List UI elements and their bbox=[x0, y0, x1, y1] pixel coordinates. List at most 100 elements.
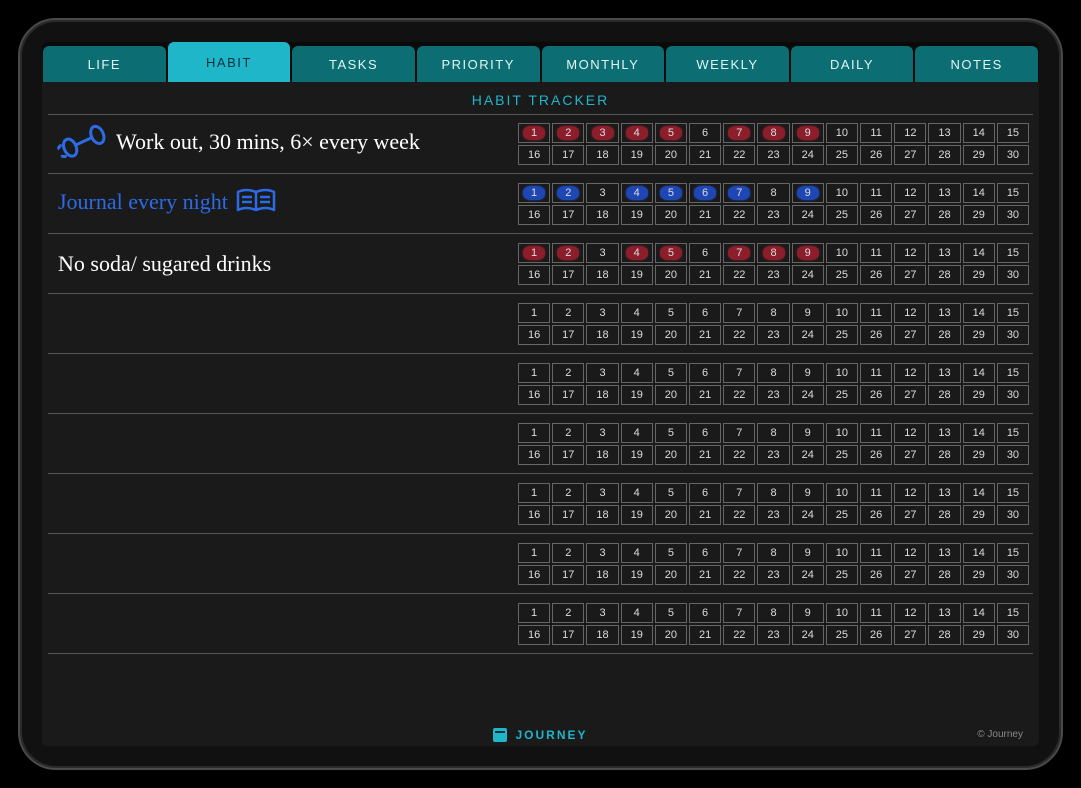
day-cell[interactable]: 5 bbox=[655, 243, 687, 263]
day-cell[interactable]: 5 bbox=[655, 603, 687, 623]
day-cell[interactable]: 16 bbox=[518, 565, 550, 585]
day-cell[interactable]: 13 bbox=[928, 303, 960, 323]
day-cell[interactable]: 25 bbox=[826, 445, 858, 465]
day-cell[interactable]: 17 bbox=[552, 265, 584, 285]
day-cell[interactable]: 30 bbox=[997, 205, 1029, 225]
day-cell[interactable]: 29 bbox=[963, 445, 995, 465]
day-cell[interactable]: 21 bbox=[689, 145, 721, 165]
day-cell[interactable]: 10 bbox=[826, 423, 858, 443]
day-cell[interactable]: 8 bbox=[757, 243, 789, 263]
day-cell[interactable]: 1 bbox=[518, 183, 550, 203]
day-cell[interactable]: 30 bbox=[997, 445, 1029, 465]
day-cell[interactable]: 27 bbox=[894, 325, 926, 345]
day-cell[interactable]: 28 bbox=[928, 325, 960, 345]
day-cell[interactable]: 30 bbox=[997, 145, 1029, 165]
day-cell[interactable]: 26 bbox=[860, 205, 892, 225]
day-cell[interactable]: 10 bbox=[826, 363, 858, 383]
day-cell[interactable]: 1 bbox=[518, 363, 550, 383]
day-cell[interactable]: 28 bbox=[928, 565, 960, 585]
day-cell[interactable]: 19 bbox=[621, 625, 653, 645]
day-cell[interactable]: 6 bbox=[689, 423, 721, 443]
day-cell[interactable]: 5 bbox=[655, 543, 687, 563]
day-cell[interactable]: 17 bbox=[552, 385, 584, 405]
day-cell[interactable]: 15 bbox=[997, 483, 1029, 503]
day-cell[interactable]: 25 bbox=[826, 565, 858, 585]
habit-label[interactable]: No soda/ sugared drinks bbox=[48, 251, 518, 277]
day-cell[interactable]: 11 bbox=[860, 183, 892, 203]
day-cell[interactable]: 4 bbox=[621, 183, 653, 203]
day-cell[interactable]: 24 bbox=[792, 445, 824, 465]
day-cell[interactable]: 7 bbox=[723, 243, 755, 263]
day-cell[interactable]: 22 bbox=[723, 625, 755, 645]
day-cell[interactable]: 21 bbox=[689, 325, 721, 345]
day-cell[interactable]: 10 bbox=[826, 603, 858, 623]
day-cell[interactable]: 17 bbox=[552, 205, 584, 225]
day-cell[interactable]: 1 bbox=[518, 603, 550, 623]
day-cell[interactable]: 23 bbox=[757, 505, 789, 525]
day-cell[interactable]: 10 bbox=[826, 183, 858, 203]
day-cell[interactable]: 7 bbox=[723, 543, 755, 563]
day-cell[interactable]: 21 bbox=[689, 385, 721, 405]
day-cell[interactable]: 12 bbox=[894, 243, 926, 263]
day-cell[interactable]: 6 bbox=[689, 123, 721, 143]
day-cell[interactable]: 9 bbox=[792, 423, 824, 443]
day-cell[interactable]: 12 bbox=[894, 483, 926, 503]
day-cell[interactable]: 15 bbox=[997, 123, 1029, 143]
day-cell[interactable]: 21 bbox=[689, 445, 721, 465]
day-cell[interactable]: 20 bbox=[655, 145, 687, 165]
day-cell[interactable]: 7 bbox=[723, 183, 755, 203]
day-cell[interactable]: 26 bbox=[860, 145, 892, 165]
day-cell[interactable]: 1 bbox=[518, 303, 550, 323]
day-cell[interactable]: 22 bbox=[723, 385, 755, 405]
day-cell[interactable]: 17 bbox=[552, 565, 584, 585]
day-cell[interactable]: 15 bbox=[997, 543, 1029, 563]
day-cell[interactable]: 18 bbox=[586, 505, 618, 525]
day-cell[interactable]: 26 bbox=[860, 265, 892, 285]
day-cell[interactable]: 5 bbox=[655, 303, 687, 323]
day-cell[interactable]: 29 bbox=[963, 565, 995, 585]
day-cell[interactable]: 21 bbox=[689, 565, 721, 585]
day-cell[interactable]: 9 bbox=[792, 123, 824, 143]
day-cell[interactable]: 16 bbox=[518, 445, 550, 465]
day-cell[interactable]: 23 bbox=[757, 625, 789, 645]
day-cell[interactable]: 7 bbox=[723, 603, 755, 623]
day-cell[interactable]: 29 bbox=[963, 265, 995, 285]
day-cell[interactable]: 22 bbox=[723, 205, 755, 225]
day-cell[interactable]: 10 bbox=[826, 243, 858, 263]
day-cell[interactable]: 5 bbox=[655, 123, 687, 143]
day-cell[interactable]: 8 bbox=[757, 423, 789, 443]
day-cell[interactable]: 24 bbox=[792, 385, 824, 405]
day-cell[interactable]: 20 bbox=[655, 205, 687, 225]
day-cell[interactable]: 30 bbox=[997, 505, 1029, 525]
day-cell[interactable]: 20 bbox=[655, 625, 687, 645]
day-cell[interactable]: 29 bbox=[963, 205, 995, 225]
day-cell[interactable]: 19 bbox=[621, 445, 653, 465]
day-cell[interactable]: 5 bbox=[655, 183, 687, 203]
day-cell[interactable]: 24 bbox=[792, 565, 824, 585]
day-cell[interactable]: 18 bbox=[586, 625, 618, 645]
day-cell[interactable]: 14 bbox=[963, 543, 995, 563]
day-cell[interactable]: 7 bbox=[723, 423, 755, 443]
tab-life[interactable]: LIFE bbox=[43, 46, 166, 82]
day-cell[interactable]: 23 bbox=[757, 445, 789, 465]
day-cell[interactable]: 11 bbox=[860, 423, 892, 443]
tab-daily[interactable]: DAILY bbox=[791, 46, 914, 82]
day-cell[interactable]: 19 bbox=[621, 505, 653, 525]
day-cell[interactable]: 4 bbox=[621, 123, 653, 143]
day-cell[interactable]: 18 bbox=[586, 325, 618, 345]
day-cell[interactable]: 1 bbox=[518, 543, 550, 563]
day-cell[interactable]: 6 bbox=[689, 483, 721, 503]
day-cell[interactable]: 19 bbox=[621, 325, 653, 345]
day-cell[interactable]: 4 bbox=[621, 423, 653, 443]
day-cell[interactable]: 30 bbox=[997, 625, 1029, 645]
day-cell[interactable]: 2 bbox=[552, 423, 584, 443]
day-cell[interactable]: 11 bbox=[860, 543, 892, 563]
day-cell[interactable]: 30 bbox=[997, 325, 1029, 345]
day-cell[interactable]: 28 bbox=[928, 445, 960, 465]
day-cell[interactable]: 15 bbox=[997, 243, 1029, 263]
day-cell[interactable]: 23 bbox=[757, 565, 789, 585]
day-cell[interactable]: 22 bbox=[723, 565, 755, 585]
tab-weekly[interactable]: WEEKLY bbox=[666, 46, 789, 82]
day-cell[interactable]: 14 bbox=[963, 243, 995, 263]
day-cell[interactable]: 2 bbox=[552, 543, 584, 563]
